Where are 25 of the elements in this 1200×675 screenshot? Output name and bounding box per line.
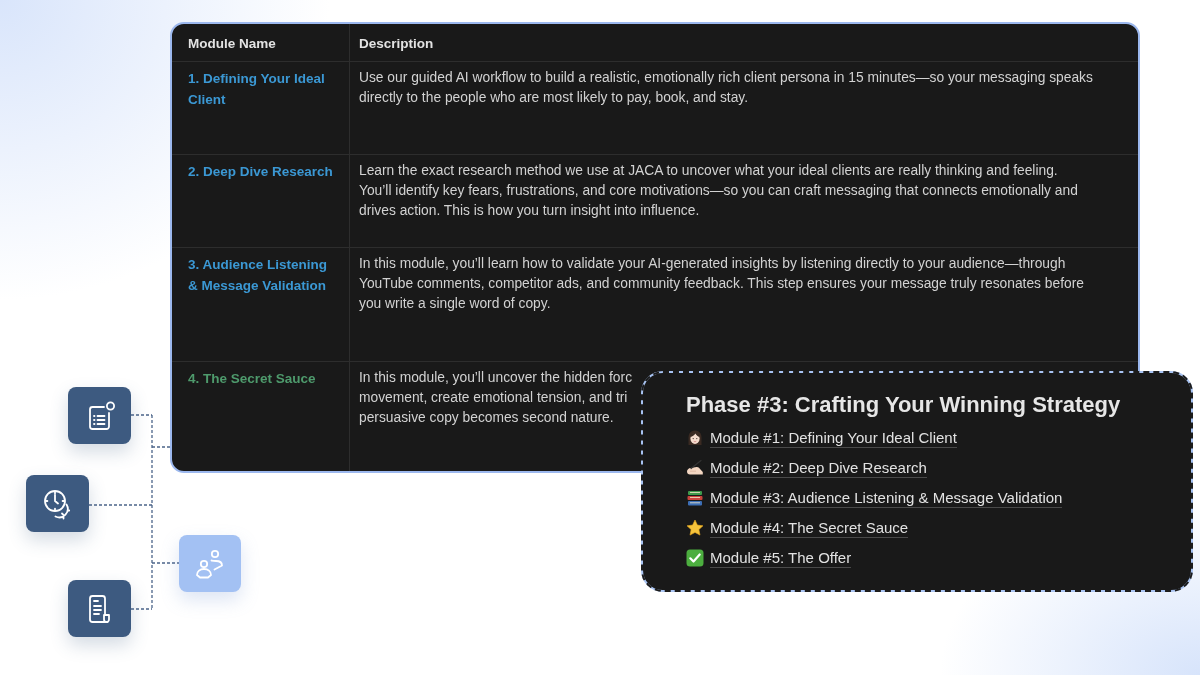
check-mark-icon [686, 549, 704, 567]
column-header: Module Name [188, 36, 276, 51]
document-icon [68, 580, 131, 637]
users-icon [179, 535, 241, 592]
module-link[interactable]: Module #2: Deep Dive Research [710, 458, 927, 478]
module-name: 4. The Secret Sauce [188, 371, 316, 386]
column-header: Description [359, 36, 434, 51]
module-name: 2. Deep Dive Research [188, 164, 333, 179]
woman-icon [686, 429, 704, 447]
list-document-icon [68, 387, 131, 444]
books-icon [686, 489, 704, 507]
module-name: 3. Audience Listening & Message Validation [188, 257, 328, 293]
module-link[interactable]: Module #5: The Offer [710, 548, 852, 568]
phase-title: Phase #3: Crafting Your Winning Strategy [686, 391, 1122, 419]
module-description: In this module, you’ll learn how to validate your AI-generated insights by listening directly to your audience—through YouTube comments, competitor ads, and community feedback. This step ensures your message truly resonates before you write a single word of copy. [359, 255, 1084, 313]
module-description: Use our guided AI workflow to build a realistic, emotionally rich client persona in 15 minutes—so your messaging speaks directly to the people who are most likely to pay, book, and stay. [359, 69, 1093, 107]
module-link[interactable]: Module #3: Audience Listening & Message Validation [710, 488, 1063, 508]
module-name: 1. Defining Your Ideal Client [188, 71, 325, 107]
clock-icon [26, 475, 89, 532]
writing-hand-icon [686, 459, 704, 477]
module-description: In this module, you’ll uncover the hidden forc movement, create emotional tension, and tri persuasive copy becomes second nature. [359, 369, 633, 427]
module-link[interactable]: Module #1: Defining Your Ideal Client [710, 428, 957, 448]
module-description: Learn the exact research method we use at JACA to uncover what your ideal clients are really thinking and feeling. You’ll identify key fears, frustrations, and core motivations—so you can craft messaging that connects emotionally and drives action. This is how you turn insight into influence. [359, 162, 1078, 220]
star-icon [686, 519, 704, 537]
module-link[interactable]: Module #4: The Secret Sauce [710, 518, 909, 538]
